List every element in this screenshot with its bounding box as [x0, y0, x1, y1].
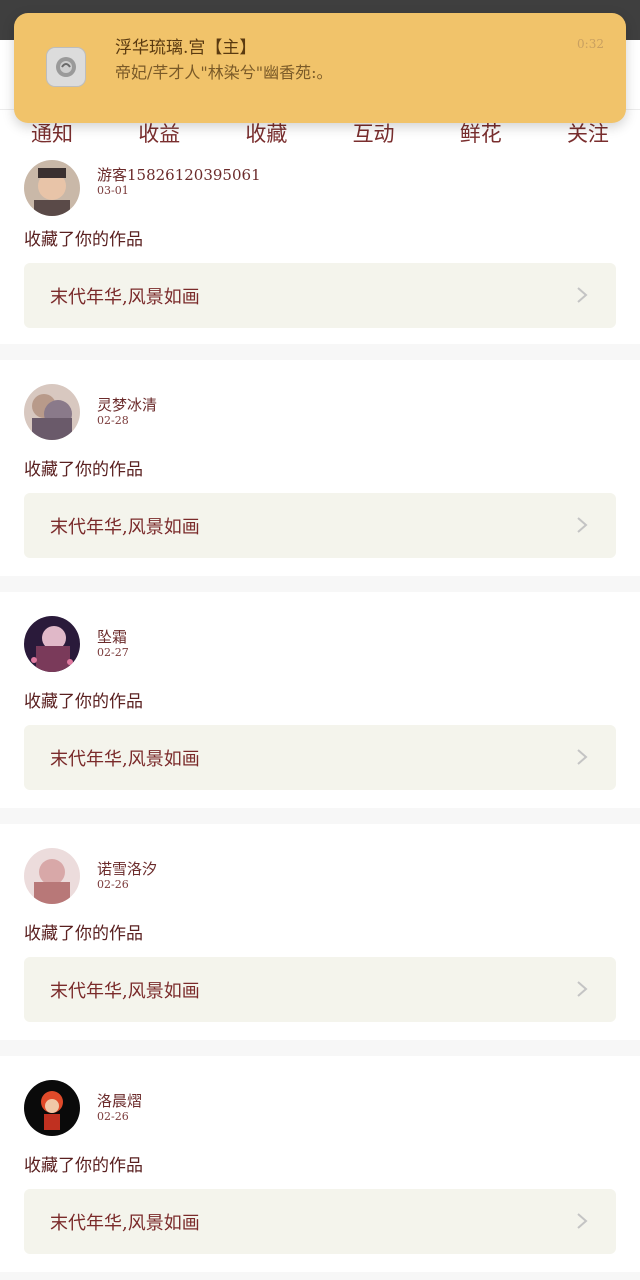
- avatar[interactable]: [24, 160, 80, 216]
- list-item: 灵梦冰清 02-28 收藏了你的作品 末代年华,风景如画: [0, 360, 640, 576]
- work-link[interactable]: 末代年华,风景如画: [24, 263, 616, 328]
- list-item: 洛晨熠 02-26 收藏了你的作品 末代年华,风景如画: [0, 1056, 640, 1272]
- timestamp: 02-26: [97, 878, 129, 891]
- list-item: 游客15826120395061 03-01 收藏了你的作品 末代年华,风景如画: [0, 156, 640, 344]
- work-title: 末代年华,风景如画: [50, 981, 200, 1002]
- notification-time: 0:32: [577, 37, 604, 51]
- avatar[interactable]: [24, 384, 80, 440]
- avatar[interactable]: [24, 848, 80, 904]
- user-name[interactable]: 坠霜: [97, 626, 127, 647]
- chevron-right-icon: [577, 1213, 588, 1229]
- chevron-right-icon: [577, 287, 588, 303]
- work-link[interactable]: 末代年华,风景如画: [24, 725, 616, 790]
- work-title: 末代年华,风景如画: [50, 1213, 200, 1234]
- work-title: 末代年华,风景如画: [50, 517, 200, 538]
- timestamp: 02-27: [97, 646, 129, 659]
- notification-title: 浮华琉璃.宫【主】: [115, 38, 257, 58]
- action-text: 收藏了你的作品: [24, 692, 143, 712]
- work-link[interactable]: 末代年华,风景如画: [24, 957, 616, 1022]
- list-item: 诺雪洛汐 02-26 收藏了你的作品 末代年华,风景如画: [0, 824, 640, 1040]
- chevron-right-icon: [577, 517, 588, 533]
- user-name[interactable]: 灵梦冰清: [97, 394, 157, 415]
- avatar[interactable]: [24, 616, 80, 672]
- user-name[interactable]: 诺雪洛汐: [97, 858, 157, 879]
- action-text: 收藏了你的作品: [24, 924, 143, 944]
- user-name[interactable]: 游客15826120395061: [97, 164, 261, 185]
- favorites-feed: 游客15826120395061 03-01 收藏了你的作品 末代年华,风景如画…: [0, 156, 640, 1280]
- chevron-right-icon: [577, 981, 588, 997]
- list-item: 坠霜 02-27 收藏了你的作品 末代年华,风景如画: [0, 592, 640, 808]
- timestamp: 02-26: [97, 1110, 129, 1123]
- action-text: 收藏了你的作品: [24, 460, 143, 480]
- chevron-right-icon: [577, 749, 588, 765]
- work-title: 末代年华,风景如画: [50, 287, 200, 308]
- app-icon: [46, 47, 86, 87]
- timestamp: 03-01: [97, 184, 129, 197]
- user-name[interactable]: 洛晨熠: [97, 1090, 142, 1111]
- action-text: 收藏了你的作品: [24, 230, 143, 250]
- work-link[interactable]: 末代年华,风景如画: [24, 493, 616, 558]
- notification-banner[interactable]: 浮华琉璃.宫【主】 帝妃/芊才人"林染兮"幽香苑:。 0:32: [14, 13, 626, 123]
- action-text: 收藏了你的作品: [24, 1156, 143, 1176]
- work-title: 末代年华,风景如画: [50, 749, 200, 770]
- avatar[interactable]: [24, 1080, 80, 1136]
- work-link[interactable]: 末代年华,风景如画: [24, 1189, 616, 1254]
- notification-body: 帝妃/芊才人"林染兮"幽香苑:。: [115, 63, 333, 82]
- timestamp: 02-28: [97, 414, 129, 427]
